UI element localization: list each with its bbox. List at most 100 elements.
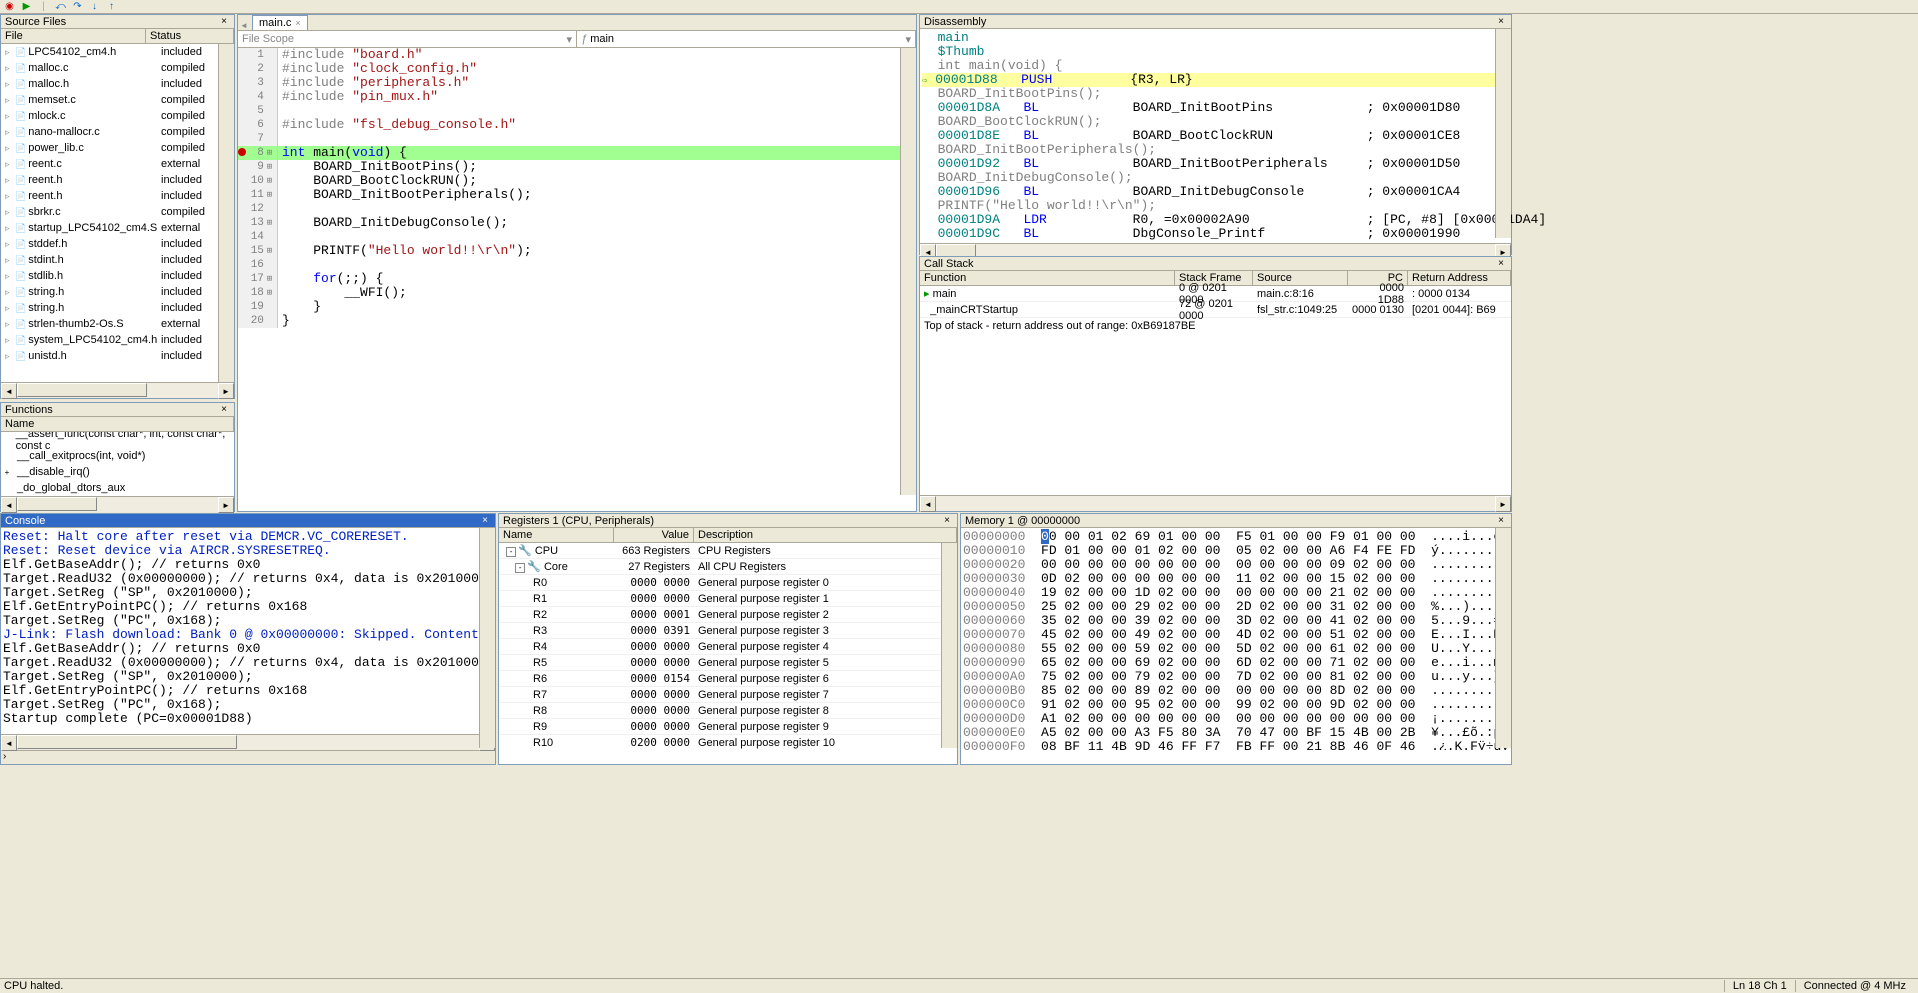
- func-row[interactable]: +__disable_irq(): [1, 464, 234, 480]
- file-row[interactable]: ▹📄unistd.hincluded: [1, 348, 234, 364]
- step-into-icon[interactable]: ↓: [87, 1, 102, 13]
- memory-row[interactable]: 000000B0 85 02 00 00 89 02 00 00 00 00 0…: [963, 684, 1509, 698]
- file-row[interactable]: ▹📄string.hincluded: [1, 300, 234, 316]
- disasm-line[interactable]: 00001D8A BL BOARD_InitBootPins ; 0x00001…: [922, 101, 1509, 115]
- reg-row[interactable]: R70000 0000General purpose register 7: [499, 687, 957, 703]
- code-line[interactable]: 7: [238, 132, 916, 146]
- reg-group[interactable]: -🔧 CPU663 RegistersCPU Registers: [499, 543, 957, 559]
- step-back-icon[interactable]: ⤺: [53, 1, 68, 13]
- file-row[interactable]: ▹📄memset.ccompiled: [1, 92, 234, 108]
- vscroll[interactable]: [218, 44, 234, 382]
- play-icon[interactable]: ▶: [19, 1, 34, 13]
- reg-row[interactable]: R20000 0001General purpose register 2: [499, 607, 957, 623]
- memory-row[interactable]: 00000060 35 02 00 00 39 02 00 00 3D 02 0…: [963, 614, 1509, 628]
- vscroll[interactable]: [900, 48, 916, 495]
- disasm-line[interactable]: 00001D9A LDR R0, =0x00002A90 ; [PC, #8] …: [922, 213, 1509, 227]
- step-out-icon[interactable]: ↑: [104, 1, 119, 13]
- disasm-line[interactable]: BOARD_InitDebugConsole();: [922, 171, 1509, 185]
- code-line[interactable]: 4#include "pin_mux.h": [238, 90, 916, 104]
- memory-row[interactable]: 00000090 65 02 00 00 69 02 00 00 6D 02 0…: [963, 656, 1509, 670]
- file-row[interactable]: ▹📄malloc.hincluded: [1, 76, 234, 92]
- file-row[interactable]: ▹📄power_lib.ccompiled: [1, 140, 234, 156]
- reg-row[interactable]: R100200 0000General purpose register 10: [499, 735, 957, 749]
- code-line[interactable]: 8⊞int main(void) {: [238, 146, 916, 160]
- disasm-content[interactable]: main $Thumb int main(void) {⇨ 00001D88 P…: [920, 29, 1511, 243]
- file-row[interactable]: ▹📄reent.hincluded: [1, 172, 234, 188]
- code-line[interactable]: 2#include "clock_config.h": [238, 62, 916, 76]
- code-line[interactable]: 5: [238, 104, 916, 118]
- file-row[interactable]: ▹📄stddef.hincluded: [1, 236, 234, 252]
- file-row[interactable]: ▹📄mlock.ccompiled: [1, 108, 234, 124]
- file-row[interactable]: ▹📄malloc.ccompiled: [1, 60, 234, 76]
- close-icon[interactable]: ×: [1495, 16, 1507, 28]
- hscroll[interactable]: ◄►: [1, 496, 234, 512]
- memory-row[interactable]: 00000020 00 00 00 00 00 00 00 00 00 00 0…: [963, 558, 1509, 572]
- memory-row[interactable]: 00000010 FD 01 00 00 01 02 00 00 05 02 0…: [963, 544, 1509, 558]
- code-line[interactable]: 17⊞ for(;;) {: [238, 272, 916, 286]
- func-row[interactable]: __assert_func(const char*, int, const ch…: [1, 432, 234, 448]
- close-icon[interactable]: ×: [479, 515, 491, 527]
- close-icon[interactable]: ×: [218, 404, 230, 416]
- col-value[interactable]: Value: [614, 528, 694, 542]
- tab-close-icon[interactable]: ×: [295, 18, 300, 28]
- stop-icon[interactable]: ◉: [2, 1, 17, 13]
- memory-row[interactable]: 000000C0 91 02 00 00 95 02 00 00 99 02 0…: [963, 698, 1509, 712]
- code-line[interactable]: 14: [238, 230, 916, 244]
- func-row[interactable]: _do_global_dtors_aux: [1, 480, 234, 496]
- disasm-line[interactable]: PRINTF("Hello world!!\r\n");: [922, 199, 1509, 213]
- code-line[interactable]: 15⊞ PRINTF("Hello world!!\r\n");: [238, 244, 916, 258]
- vscroll[interactable]: [479, 528, 495, 748]
- col-status[interactable]: Status: [146, 29, 234, 43]
- col-function[interactable]: Function: [920, 271, 1175, 285]
- close-icon[interactable]: ×: [1495, 258, 1507, 270]
- memory-row[interactable]: 00000050 25 02 00 00 29 02 00 00 2D 02 0…: [963, 600, 1509, 614]
- file-row[interactable]: ▹📄reent.cexternal: [1, 156, 234, 172]
- disasm-line[interactable]: int main(void) {: [922, 59, 1509, 73]
- reg-row[interactable]: R00000 0000General purpose register 0: [499, 575, 957, 591]
- col-name[interactable]: Name: [499, 528, 614, 542]
- code-line[interactable]: 6#include "fsl_debug_console.h": [238, 118, 916, 132]
- tab-left-icon[interactable]: ◄: [240, 21, 252, 30]
- file-row[interactable]: ▹📄nano-mallocr.ccompiled: [1, 124, 234, 140]
- vscroll[interactable]: [1495, 29, 1511, 238]
- memory-row[interactable]: 00000070 45 02 00 00 49 02 00 00 4D 02 0…: [963, 628, 1509, 642]
- memory-row[interactable]: 00000080 55 02 00 00 59 02 00 00 5D 02 0…: [963, 642, 1509, 656]
- memory-row[interactable]: 00000040 19 02 00 00 1D 02 00 00 00 00 0…: [963, 586, 1509, 600]
- vscroll[interactable]: [941, 543, 957, 748]
- col-source[interactable]: Source: [1253, 271, 1348, 285]
- disasm-line[interactable]: 00001D9C BL DbgConsole_Printf ; 0x000019…: [922, 227, 1509, 241]
- file-scope-dropdown[interactable]: File Scope▾: [238, 31, 577, 47]
- func-dropdown[interactable]: ƒ main▾: [577, 31, 916, 47]
- close-icon[interactable]: ×: [218, 16, 230, 28]
- code-line[interactable]: 20}: [238, 314, 916, 328]
- console-content[interactable]: Reset: Halt core after reset via DEMCR.V…: [1, 528, 495, 734]
- console-prompt[interactable]: ›: [1, 750, 495, 764]
- col-desc[interactable]: Description: [694, 528, 957, 542]
- memory-row[interactable]: 000000F0 08 BF 11 4B 9D 46 FF F7 FB FF 0…: [963, 740, 1509, 750]
- file-row[interactable]: ▹📄startup_LPC54102_cm4.Sexternal: [1, 220, 234, 236]
- disasm-line[interactable]: main: [922, 31, 1509, 45]
- hscroll[interactable]: ◄►: [920, 495, 1511, 511]
- file-row[interactable]: ▹📄reent.hincluded: [1, 188, 234, 204]
- disasm-line[interactable]: 00001D96 BL BOARD_InitDebugConsole ; 0x0…: [922, 185, 1509, 199]
- disasm-line[interactable]: 00001D8E BL BOARD_BootClockRUN ; 0x00001…: [922, 129, 1509, 143]
- reg-group[interactable]: -🔧 Core27 RegistersAll CPU Registers: [499, 559, 957, 575]
- step-over-icon[interactable]: ↷: [70, 1, 85, 13]
- reg-row[interactable]: R50000 0000General purpose register 5: [499, 655, 957, 671]
- code-area[interactable]: 1#include "board.h"2#include "clock_conf…: [238, 48, 916, 328]
- memory-row[interactable]: 000000A0 75 02 00 00 79 02 00 00 7D 02 0…: [963, 670, 1509, 684]
- code-line[interactable]: 11⊞ BOARD_InitBootPeripherals();: [238, 188, 916, 202]
- file-row[interactable]: ▹📄strlen-thumb2-Os.Sexternal: [1, 316, 234, 332]
- code-line[interactable]: 19 }: [238, 300, 916, 314]
- memory-row[interactable]: 000000E0 A5 02 00 00 A3 F5 80 3A 70 47 0…: [963, 726, 1509, 740]
- disasm-line[interactable]: ⇨ 00001D88 PUSH {R3, LR}: [922, 73, 1509, 87]
- reg-row[interactable]: R90000 0000General purpose register 9: [499, 719, 957, 735]
- reg-row[interactable]: R30000 0391General purpose register 3: [499, 623, 957, 639]
- file-row[interactable]: ▹📄string.hincluded: [1, 284, 234, 300]
- code-line[interactable]: 18⊞ __WFI();: [238, 286, 916, 300]
- memory-row[interactable]: 00000030 0D 02 00 00 00 00 00 00 11 02 0…: [963, 572, 1509, 586]
- reg-row[interactable]: R60000 0154General purpose register 6: [499, 671, 957, 687]
- close-icon[interactable]: ×: [941, 515, 953, 527]
- tab-main-c[interactable]: main.c ×: [252, 15, 308, 30]
- disasm-line[interactable]: 00001D92 BL BOARD_InitBootPeripherals ; …: [922, 157, 1509, 171]
